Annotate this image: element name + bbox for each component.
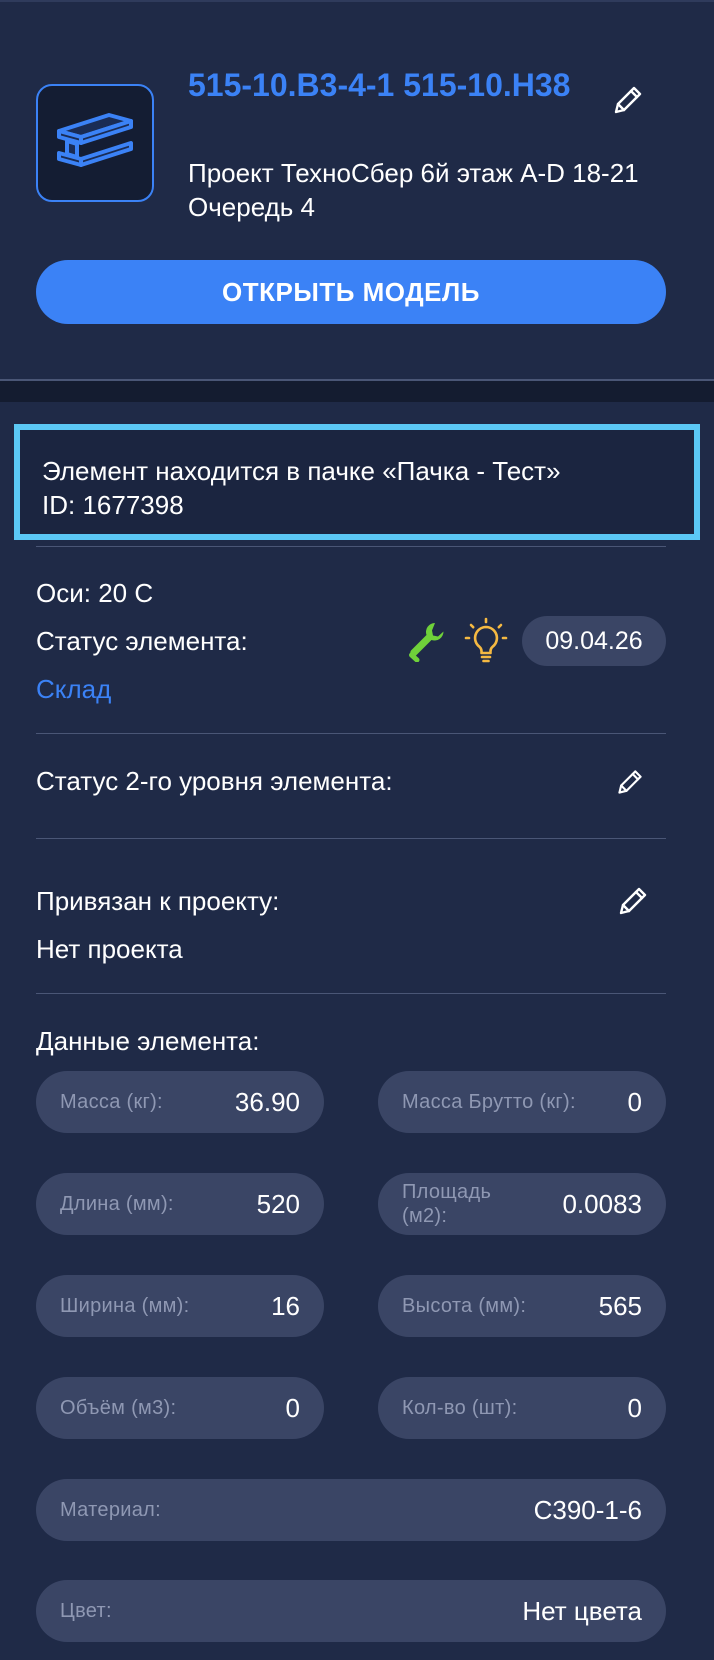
data-field-mass: Масса (кг): 36.90 bbox=[36, 1071, 324, 1133]
data-field-value: 0 bbox=[627, 1392, 642, 1423]
element-id: ID: 1677398 bbox=[42, 490, 184, 520]
data-field-color: Цвет: Нет цвета bbox=[36, 1580, 666, 1642]
pencil-icon bbox=[619, 887, 647, 915]
data-field-value: 520 bbox=[256, 1188, 300, 1219]
data-field-label: Объём (м3): bbox=[60, 1397, 177, 1419]
divider bbox=[36, 993, 666, 994]
data-field-label: Площадь (м2): bbox=[402, 1181, 492, 1227]
package-notice-text: Элемент находится в пачке «Пачка - Тест» bbox=[42, 456, 561, 486]
status-level2-label: Статус 2-го уровня элемента: bbox=[36, 766, 393, 796]
data-field-label: Высота (мм): bbox=[402, 1295, 527, 1317]
axes-text: Оси: 20 С bbox=[36, 578, 154, 608]
element-header: 515-10.В3-4-1 515-10.Н38 Проект ТехноСбе… bbox=[0, 2, 714, 379]
data-field-value: 0.0083 bbox=[562, 1188, 642, 1219]
lightbulb-icon bbox=[464, 617, 508, 663]
project-subtitle: Проект ТехноСбер 6й этаж A-D 18-21 Очере… bbox=[188, 158, 639, 222]
data-field-value: С390-1-6 bbox=[533, 1494, 642, 1525]
data-field-label: Цвет: bbox=[60, 1600, 112, 1622]
divider bbox=[36, 546, 666, 547]
edit-status-level2-button[interactable] bbox=[612, 764, 648, 800]
status-value-link[interactable]: Склад bbox=[36, 672, 111, 706]
open-model-button[interactable]: ОТКРЫТЬ МОДЕЛЬ bbox=[36, 260, 666, 324]
data-field-material: Материал: С390-1-6 bbox=[36, 1479, 666, 1541]
edit-project-binding-button[interactable] bbox=[614, 882, 652, 920]
data-field-volume: Объём (м3): 0 bbox=[36, 1377, 324, 1439]
element-title: 515-10.В3-4-1 515-10.Н38 bbox=[188, 67, 571, 103]
status-label: Статус элемента: bbox=[36, 626, 248, 656]
data-field-label: Кол-во (шт): bbox=[402, 1397, 518, 1419]
status-date-badge: 09.04.26 bbox=[522, 616, 666, 666]
data-field-height: Высота (мм): 565 bbox=[378, 1275, 666, 1337]
data-field-gross-mass: Масса Брутто (кг): 0 bbox=[378, 1071, 666, 1133]
data-field-label: Длина (мм): bbox=[60, 1193, 174, 1215]
project-binding-label: Привязан к проекту: bbox=[36, 886, 280, 916]
package-notice: Элемент находится в пачке «Пачка - Тест»… bbox=[14, 424, 700, 540]
data-field-value: 16 bbox=[271, 1290, 300, 1321]
pencil-icon bbox=[618, 770, 642, 794]
element-data-title: Данные элемента: bbox=[36, 1026, 260, 1056]
lightbulb-status-icon[interactable] bbox=[464, 616, 508, 666]
divider bbox=[36, 838, 666, 839]
data-field-label: Материал: bbox=[60, 1499, 161, 1521]
data-field-quantity: Кол-во (шт): 0 bbox=[378, 1377, 666, 1439]
divider bbox=[36, 733, 666, 734]
data-field-label: Масса (кг): bbox=[60, 1091, 163, 1113]
data-field-label: Масса Брутто (кг): bbox=[402, 1091, 576, 1113]
pencil-icon bbox=[614, 86, 642, 114]
data-field-length: Длина (мм): 520 bbox=[36, 1173, 324, 1235]
data-field-value: 0 bbox=[627, 1086, 642, 1117]
wrench-icon bbox=[409, 623, 444, 662]
i-beam-icon bbox=[57, 113, 133, 167]
data-field-label: Ширина (мм): bbox=[60, 1295, 190, 1317]
element-thumbnail[interactable] bbox=[36, 84, 154, 202]
data-field-value: 565 bbox=[598, 1290, 642, 1321]
wrench-status-icon[interactable] bbox=[406, 618, 448, 664]
data-field-area: Площадь (м2): 0.0083 bbox=[378, 1173, 666, 1235]
data-field-width: Ширина (мм): 16 bbox=[36, 1275, 324, 1337]
data-field-value: Нет цвета bbox=[522, 1595, 642, 1626]
section-gap bbox=[0, 381, 714, 402]
project-binding-value: Нет проекта bbox=[36, 934, 183, 964]
data-field-value: 36.90 bbox=[234, 1086, 300, 1117]
edit-element-button[interactable] bbox=[608, 80, 648, 120]
data-field-value: 0 bbox=[285, 1392, 300, 1423]
